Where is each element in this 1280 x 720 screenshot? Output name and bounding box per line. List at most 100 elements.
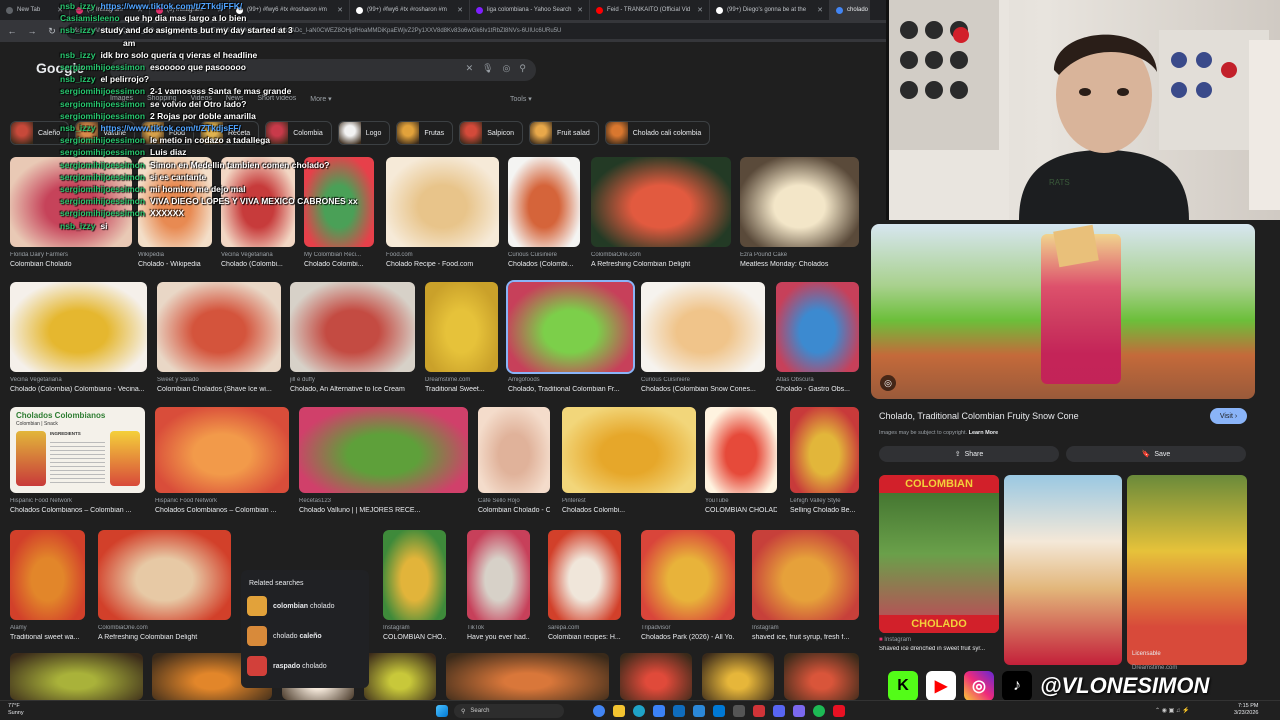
image-result[interactable] — [641, 530, 735, 620]
image-title[interactable]: Colombian Cholado — [10, 261, 132, 268]
image-source[interactable]: Amigofoods — [508, 377, 633, 383]
refine-chip[interactable]: Logo — [337, 121, 391, 145]
related-image[interactable]: COLOMBIAN CHOLADO — [879, 475, 999, 633]
clear-icon[interactable]: ✕ — [466, 63, 474, 74]
image-title[interactable]: Cholado - Wikipedia — [138, 261, 212, 268]
search-icon[interactable]: ⚲ — [519, 63, 526, 74]
image-source[interactable]: Florida Dairy Farmers — [10, 252, 132, 258]
image-source[interactable]: jill e duffy — [290, 377, 415, 383]
weather-widget[interactable]: 77°F Sunny — [8, 703, 24, 717]
close-tab-icon[interactable]: ✕ — [817, 6, 823, 14]
image-result[interactable]: Cholados Colombianos Colombian | Snack I… — [10, 407, 145, 493]
share-button[interactable]: ⇪ Share — [879, 446, 1059, 462]
image-result[interactable] — [508, 157, 580, 247]
image-title[interactable]: Traditional Sweet... — [425, 386, 498, 393]
image-result[interactable] — [790, 407, 859, 493]
image-title[interactable]: Cholado Recipe - Food.com — [386, 261, 499, 268]
image-source[interactable]: Dreamstime.com — [425, 377, 498, 383]
file-explorer-icon[interactable] — [613, 705, 625, 717]
image-title[interactable]: Cholados Colombianos – Colombian ... — [10, 507, 145, 514]
learn-more-link[interactable]: Learn More — [969, 430, 999, 436]
image-title[interactable]: Cholado Valluno | | MEJORES RECE... — [299, 507, 468, 514]
image-result[interactable] — [548, 530, 621, 620]
chat-link[interactable]: https://www.tiktok.com/t/ZTkdjsFF/ — [100, 123, 240, 133]
refine-chip[interactable]: Salpicon — [459, 121, 524, 145]
image-source[interactable]: Ezra Pound Cake — [740, 252, 859, 258]
image-result[interactable] — [705, 407, 777, 493]
image-title[interactable]: Cholado (Colombia) Colombiano - Vecina..… — [10, 386, 147, 393]
image-title[interactable]: Colombian Cholados (Shave Ice wi... — [157, 386, 281, 393]
taskbar-search[interactable]: ⚲ Search — [454, 704, 564, 718]
image-title[interactable]: COLOMBIAN CHOLADOS | How To M... — [705, 507, 777, 514]
image-source[interactable]: Vecina Vegetariana — [221, 252, 295, 258]
image-title[interactable]: shaved ice, fruit syrup, fresh f... — [752, 634, 859, 641]
browser-tab[interactable]: liga colombiana - Yahoo Search ✕ — [470, 0, 590, 20]
image-source[interactable]: Sweet y Salado — [157, 377, 281, 383]
image-source[interactable]: sarepa.com — [548, 625, 621, 631]
refine-chip[interactable]: Colombia — [265, 121, 332, 145]
image-source[interactable]: YouTube — [705, 498, 777, 504]
image-title[interactable]: Cholado, Traditional Colombian Fr... — [508, 386, 633, 393]
image-source[interactable]: Food.com — [386, 252, 499, 258]
lens-icon[interactable]: ◎ — [880, 375, 896, 391]
app-icon[interactable] — [733, 705, 745, 717]
image-result[interactable] — [784, 653, 859, 700]
image-source[interactable]: Curious Cuisiniere — [508, 252, 580, 258]
image-source[interactable]: Wikipedia — [138, 252, 212, 258]
image-source[interactable]: Hispanic Food Network — [10, 498, 145, 504]
back-icon[interactable]: ← — [6, 26, 18, 36]
image-result[interactable] — [10, 653, 143, 700]
image-title[interactable]: Cholado, An Alternative to Ice Cream — [290, 386, 415, 393]
browser-tab[interactable]: (99+) Diego's gonna be at the ✕ — [710, 0, 830, 20]
lens-icon[interactable]: ◎ — [503, 63, 511, 74]
close-tab-icon[interactable]: ✕ — [577, 6, 583, 14]
save-button[interactable]: 🔖 Save — [1066, 446, 1246, 462]
image-result[interactable] — [290, 282, 415, 372]
image-source[interactable]: Vecina Vegetariana — [10, 377, 147, 383]
image-result[interactable] — [641, 282, 765, 372]
edge-icon[interactable] — [633, 705, 645, 717]
image-result[interactable] — [155, 407, 289, 493]
image-source[interactable]: Instagram — [383, 625, 446, 631]
image-result[interactable] — [383, 530, 446, 620]
image-result[interactable] — [506, 280, 635, 374]
image-source[interactable]: ColombiaOne.com — [98, 625, 231, 631]
image-source[interactable]: ColombiaOne.com — [591, 252, 731, 258]
image-title[interactable]: Have you ever had... — [467, 634, 530, 641]
image-title[interactable]: Cholado - Gastro Obs... — [776, 386, 859, 393]
image-result[interactable] — [386, 157, 499, 247]
image-title[interactable]: A Refreshing Colombian Delight — [98, 634, 231, 641]
image-source[interactable]: Lehigh Valley Style — [790, 498, 859, 504]
browser-tab[interactable]: (99+) #fwy6 #tx #rosharon #m ✕ — [230, 0, 350, 20]
image-title[interactable]: Meatless Monday: Cholados — [740, 261, 859, 268]
image-result[interactable] — [478, 407, 550, 493]
close-tab-icon[interactable]: ✕ — [337, 6, 343, 14]
image-result[interactable] — [467, 530, 530, 620]
image-source[interactable]: Atlas Obscura — [776, 377, 859, 383]
forward-icon[interactable]: → — [26, 26, 38, 36]
refine-chip[interactable]: Fruit salad — [529, 121, 599, 145]
image-result[interactable] — [446, 653, 609, 700]
browser-tab[interactable]: Feid - TRANKAITO (Official Vid ✕ — [590, 0, 710, 20]
refine-chip[interactable]: Cholado cali colombia — [604, 121, 711, 145]
image-result[interactable] — [299, 407, 468, 493]
related-search-item[interactable]: raspado cholado — [247, 656, 327, 676]
close-tab-icon[interactable]: ✕ — [697, 6, 703, 14]
search-tab[interactable]: More ▾ — [310, 95, 331, 103]
image-result[interactable] — [776, 282, 859, 372]
image-result[interactable] — [157, 282, 281, 372]
image-source[interactable]: Tripadvisor — [641, 625, 735, 631]
image-source[interactable]: Pinterest — [562, 498, 696, 504]
chat-link[interactable]: https://www.tiktok.com/t/ZTkdjFFK/ — [100, 1, 242, 11]
preview-image[interactable]: ◎ — [871, 224, 1255, 399]
image-title[interactable]: Cholados (Colombi... — [508, 261, 580, 268]
spotify-icon[interactable] — [813, 705, 825, 717]
image-title[interactable]: Colombian recipes: H... — [548, 634, 621, 641]
clock[interactable]: 7:15 PM 3/23/2026 — [1234, 703, 1258, 717]
related-image[interactable] — [1127, 475, 1247, 665]
app-icon[interactable] — [753, 705, 765, 717]
image-source[interactable]: Curious Cuisiniere — [641, 377, 765, 383]
image-title[interactable]: COLOMBIAN CHO... — [383, 634, 446, 641]
image-source[interactable]: TikTok — [467, 625, 530, 631]
app-icon[interactable] — [833, 705, 845, 717]
